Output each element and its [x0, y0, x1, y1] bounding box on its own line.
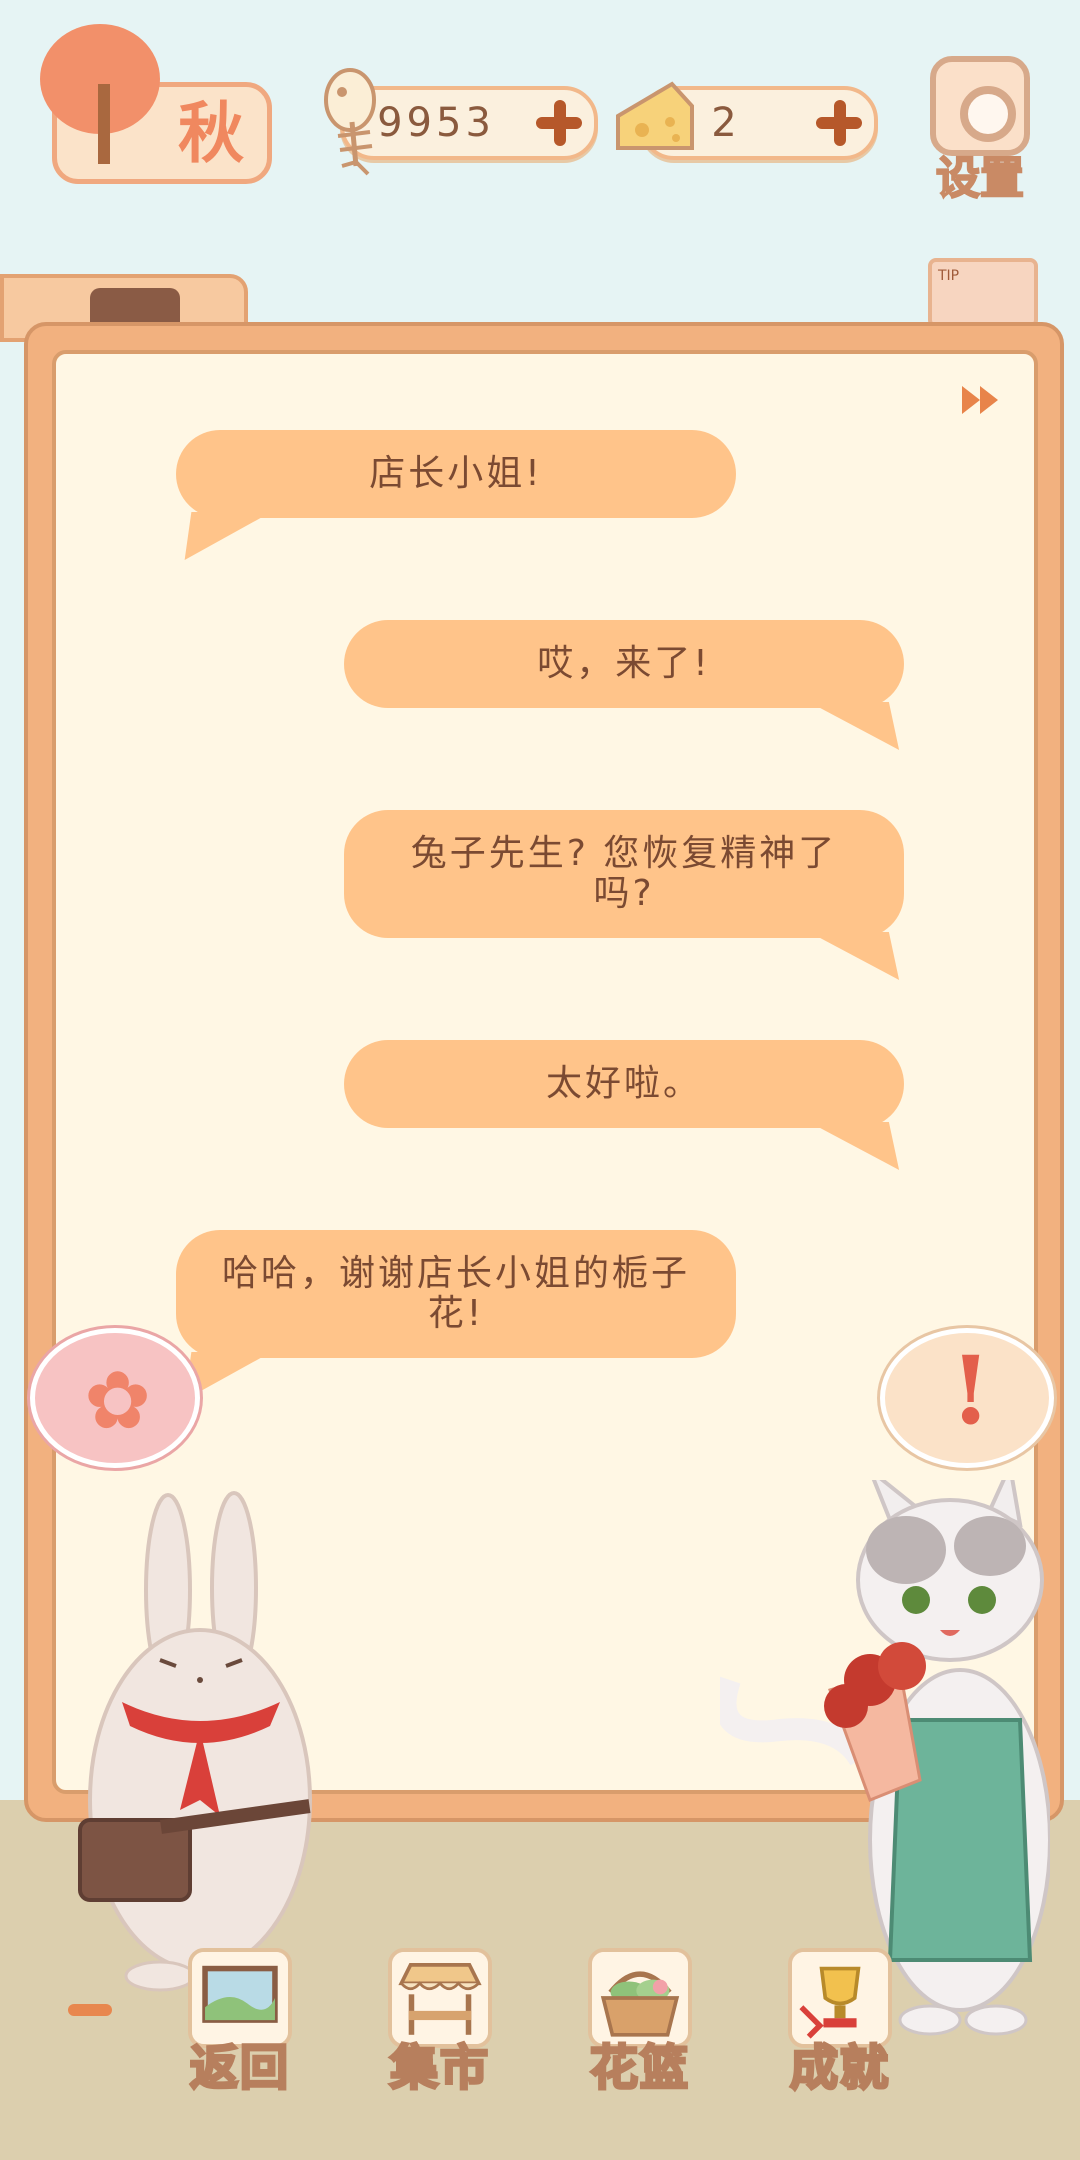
bubble-tail	[184, 512, 272, 560]
bubble-tail	[808, 932, 900, 980]
dialogue-bubble: 兔子先生? 您恢复精神了吗?	[344, 810, 904, 980]
fast-forward-icon[interactable]	[958, 380, 1006, 420]
settings-button[interactable]: 设置	[920, 56, 1040, 205]
achievements-label: 成就	[788, 2039, 890, 2098]
season-badge: 秋	[40, 24, 272, 184]
dialogue-bubble: 店长小姐!	[176, 430, 736, 560]
tip-label: TIP	[938, 268, 960, 284]
flower-icon: ✿	[84, 1354, 152, 1447]
add-fish-button[interactable]	[534, 98, 584, 148]
season-label: 秋	[178, 94, 246, 172]
gear-icon	[930, 56, 1030, 156]
cheese-icon	[616, 81, 694, 150]
fish-bone-icon	[324, 68, 376, 176]
message-text: 哈哈，谢谢店长小姐的栀子花!	[221, 1253, 690, 1334]
message-text: 太好啦。	[545, 1063, 702, 1104]
tip-note[interactable]: TIP	[928, 258, 1038, 328]
dialogue-bubble: 哈哈，谢谢店长小姐的栀子花!	[176, 1230, 736, 1400]
tree-trunk	[98, 84, 110, 164]
rabbit-character	[78, 1491, 312, 1992]
back-button[interactable]: 返回	[180, 1948, 300, 2098]
settings-label: 设置	[935, 152, 1025, 205]
message-text: 店长小姐!	[369, 453, 543, 494]
dialogue-bubble: 太好啦。	[344, 1040, 904, 1170]
bubble-tail	[808, 1122, 900, 1170]
flower-basket-label: 花篮	[588, 2039, 690, 2098]
flower-basket-button[interactable]: 花篮	[580, 1948, 700, 2098]
message-text: 兔子先生? 您恢复精神了吗?	[410, 833, 838, 914]
dialogue-bubble: 哎，来了!	[344, 620, 904, 750]
achievements-button[interactable]: 成就	[780, 1948, 900, 2098]
bubble-tail	[808, 702, 900, 750]
market-label: 集市	[388, 2039, 490, 2098]
shopkeeper-emote: !	[880, 1328, 1054, 1468]
add-cheese-button[interactable]	[814, 98, 864, 148]
message-text: 哎，来了!	[537, 643, 711, 684]
exclamation-mark: !	[950, 1336, 992, 1446]
market-button[interactable]: 集市	[380, 1948, 500, 2098]
rabbit-emote: ✿	[30, 1328, 200, 1468]
back-label: 返回	[188, 2039, 290, 2098]
nav-indicator	[68, 2004, 112, 2016]
